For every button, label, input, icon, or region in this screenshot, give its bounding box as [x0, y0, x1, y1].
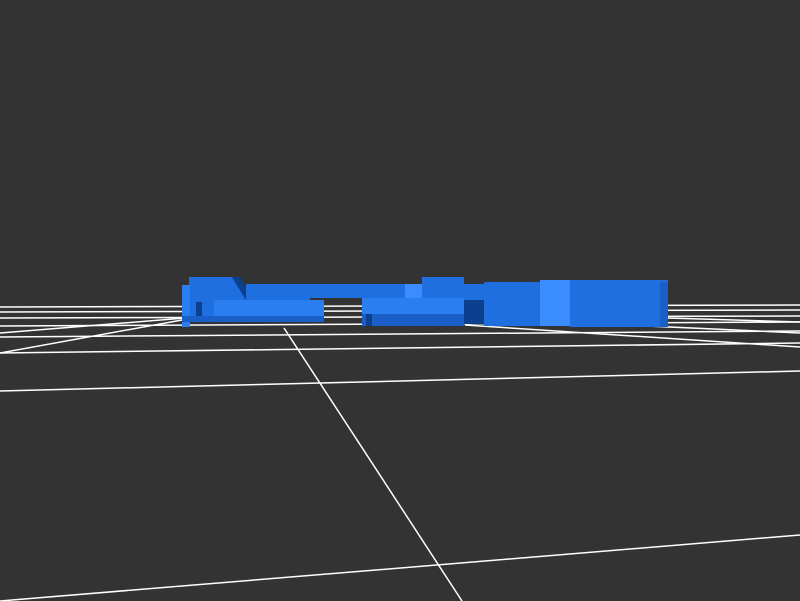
model-face [366, 314, 372, 326]
model-face [405, 284, 422, 300]
model-face [540, 280, 570, 326]
3d-viewport[interactable] [0, 0, 800, 601]
model-face [464, 284, 484, 300]
model-face [310, 284, 405, 298]
scene-canvas[interactable] [0, 0, 800, 601]
model-face [182, 316, 324, 322]
grid-line [464, 324, 800, 348]
grid-line [0, 342, 800, 354]
model-face [362, 298, 464, 314]
model-face [362, 314, 464, 326]
grid-line [0, 370, 800, 392]
model-face [660, 282, 668, 327]
grid-line [667, 317, 800, 323]
grid-line [0, 534, 800, 601]
model-face [484, 282, 542, 326]
model-face [214, 300, 324, 316]
model-face [570, 280, 668, 327]
ground-grid [0, 304, 800, 601]
model-face [246, 284, 310, 300]
blue-3d-model[interactable] [182, 277, 668, 327]
grid-line [283, 327, 463, 601]
model-face [422, 277, 464, 301]
